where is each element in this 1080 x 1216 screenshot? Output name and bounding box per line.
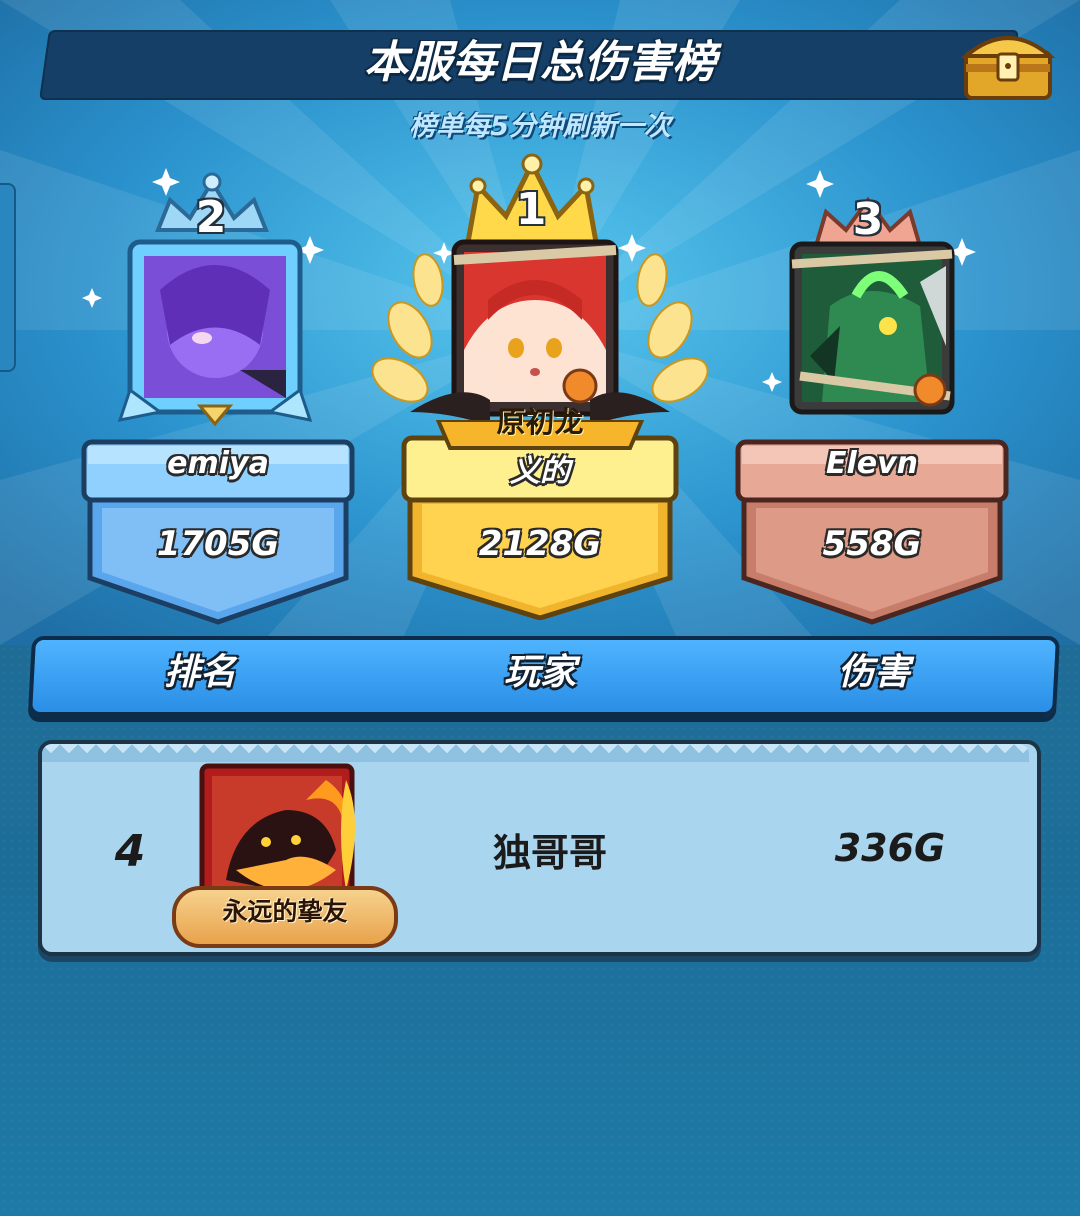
rank-2-score: 1705G	[156, 524, 280, 564]
rank-3-number: 3	[852, 194, 884, 245]
row-pattern-strip	[42, 744, 1029, 762]
row-player-name: 独哥哥	[492, 831, 607, 875]
rank-1-score: 2128G	[478, 524, 602, 564]
row-rank: 4	[114, 826, 146, 877]
rank-2-number: 2	[195, 192, 227, 243]
rank-1-name-line2: 义的	[510, 454, 570, 489]
rank-3-name: Elevn	[825, 446, 919, 481]
rank-3-score: 558G	[822, 524, 922, 564]
column-header-player: 玩家	[503, 652, 576, 693]
rank-1-number: 1	[515, 184, 547, 235]
row-damage: 336G	[834, 826, 946, 870]
friend-badge-label: 永远的挚友	[222, 897, 348, 926]
rank-2-name: emiya	[167, 446, 269, 481]
column-header-damage: 伤害	[837, 652, 910, 693]
column-header-rank: 排名	[163, 652, 236, 693]
rank-1-name-line1: 原初龙	[496, 405, 584, 439]
